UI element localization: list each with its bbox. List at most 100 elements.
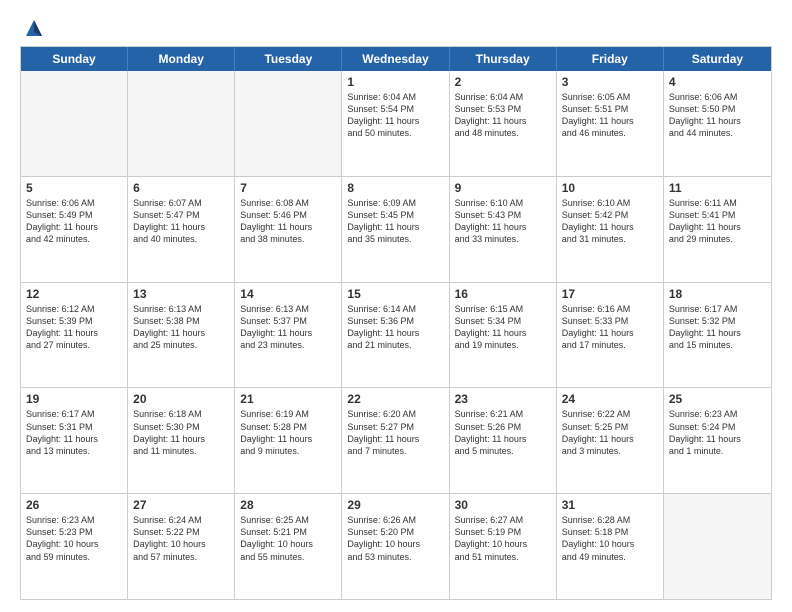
calendar-row: 26 Sunrise: 6:23 AM Sunset: 5:23 PM Dayli… [21, 493, 771, 599]
calendar-row: 1 Sunrise: 6:04 AM Sunset: 5:54 PM Daylig… [21, 71, 771, 176]
day-info: Sunrise: 6:12 AM Sunset: 5:39 PM Dayligh… [26, 303, 122, 352]
calendar-row: 12 Sunrise: 6:12 AM Sunset: 5:39 PM Dayli… [21, 282, 771, 388]
day-info: Sunrise: 6:27 AM Sunset: 5:19 PM Dayligh… [455, 514, 551, 563]
day-number: 2 [455, 75, 551, 89]
logo [20, 18, 44, 38]
day-info: Sunrise: 6:21 AM Sunset: 5:26 PM Dayligh… [455, 408, 551, 457]
day-info: Sunrise: 6:04 AM Sunset: 5:53 PM Dayligh… [455, 91, 551, 140]
calendar: SundayMondayTuesdayWednesdayThursdayFrid… [20, 46, 772, 600]
calendar-cell: 9 Sunrise: 6:10 AM Sunset: 5:43 PM Daylig… [450, 177, 557, 282]
day-number: 16 [455, 287, 551, 301]
calendar-cell: 30Sunrise: 6:27 AM Sunset: 5:19 PM Dayli… [450, 494, 557, 599]
calendar-row: 5 Sunrise: 6:06 AM Sunset: 5:49 PM Daylig… [21, 176, 771, 282]
calendar-cell [664, 494, 771, 599]
calendar-cell: 6Sunrise: 6:07 AM Sunset: 5:47 PM Daylig… [128, 177, 235, 282]
day-info: Sunrise: 6:13 AM Sunset: 5:37 PM Dayligh… [240, 303, 336, 352]
day-info: Sunrise: 6:17 AM Sunset: 5:31 PM Dayligh… [26, 408, 122, 457]
calendar-cell [21, 71, 128, 176]
day-info: Sunrise: 6:17 AM Sunset: 5:32 PM Dayligh… [669, 303, 766, 352]
calendar-cell: 14 Sunrise: 6:13 AM Sunset: 5:37 PM Dayli… [235, 283, 342, 388]
calendar-row: 19Sunrise: 6:17 AM Sunset: 5:31 PM Dayli… [21, 387, 771, 493]
day-info: Sunrise: 6:22 AM Sunset: 5:25 PM Dayligh… [562, 408, 658, 457]
day-number: 18 [669, 287, 766, 301]
calendar-cell: 21 Sunrise: 6:19 AM Sunset: 5:28 PM Dayli… [235, 388, 342, 493]
day-number: 29 [347, 498, 443, 512]
calendar-cell [128, 71, 235, 176]
calendar-cell: 15Sunrise: 6:14 AM Sunset: 5:36 PM Dayli… [342, 283, 449, 388]
weekday-header: Tuesday [235, 47, 342, 71]
day-number: 10 [562, 181, 658, 195]
weekday-header: Saturday [664, 47, 771, 71]
calendar-cell: 20 Sunrise: 6:18 AM Sunset: 5:30 PM Dayli… [128, 388, 235, 493]
day-number: 6 [133, 181, 229, 195]
day-info: Sunrise: 6:04 AM Sunset: 5:54 PM Dayligh… [347, 91, 443, 140]
day-info: Sunrise: 6:06 AM Sunset: 5:49 PM Dayligh… [26, 197, 122, 246]
calendar-cell: 3 Sunrise: 6:05 AM Sunset: 5:51 PM Daylig… [557, 71, 664, 176]
day-info: Sunrise: 6:14 AM Sunset: 5:36 PM Dayligh… [347, 303, 443, 352]
weekday-header: Friday [557, 47, 664, 71]
calendar-cell: 29 Sunrise: 6:26 AM Sunset: 5:20 PM Dayli… [342, 494, 449, 599]
calendar-cell: 28 Sunrise: 6:25 AM Sunset: 5:21 PM Dayli… [235, 494, 342, 599]
day-info: Sunrise: 6:09 AM Sunset: 5:45 PM Dayligh… [347, 197, 443, 246]
day-number: 8 [347, 181, 443, 195]
day-number: 1 [347, 75, 443, 89]
day-info: Sunrise: 6:08 AM Sunset: 5:46 PM Dayligh… [240, 197, 336, 246]
calendar-cell: 5 Sunrise: 6:06 AM Sunset: 5:49 PM Daylig… [21, 177, 128, 282]
calendar-cell: 18 Sunrise: 6:17 AM Sunset: 5:32 PM Dayli… [664, 283, 771, 388]
calendar-header: SundayMondayTuesdayWednesdayThursdayFrid… [21, 47, 771, 71]
day-info: Sunrise: 6:24 AM Sunset: 5:22 PM Dayligh… [133, 514, 229, 563]
day-info: Sunrise: 6:23 AM Sunset: 5:24 PM Dayligh… [669, 408, 766, 457]
day-number: 17 [562, 287, 658, 301]
calendar-cell: 19Sunrise: 6:17 AM Sunset: 5:31 PM Dayli… [21, 388, 128, 493]
day-number: 11 [669, 181, 766, 195]
day-number: 24 [562, 392, 658, 406]
day-number: 22 [347, 392, 443, 406]
calendar-cell: 4 Sunrise: 6:06 AM Sunset: 5:50 PM Daylig… [664, 71, 771, 176]
day-info: Sunrise: 6:10 AM Sunset: 5:42 PM Dayligh… [562, 197, 658, 246]
calendar-cell: 22 Sunrise: 6:20 AM Sunset: 5:27 PM Dayli… [342, 388, 449, 493]
day-info: Sunrise: 6:25 AM Sunset: 5:21 PM Dayligh… [240, 514, 336, 563]
calendar-cell: 27Sunrise: 6:24 AM Sunset: 5:22 PM Dayli… [128, 494, 235, 599]
day-info: Sunrise: 6:15 AM Sunset: 5:34 PM Dayligh… [455, 303, 551, 352]
header [20, 18, 772, 38]
day-number: 21 [240, 392, 336, 406]
day-number: 5 [26, 181, 122, 195]
day-info: Sunrise: 6:11 AM Sunset: 5:41 PM Dayligh… [669, 197, 766, 246]
day-info: Sunrise: 6:19 AM Sunset: 5:28 PM Dayligh… [240, 408, 336, 457]
day-number: 26 [26, 498, 122, 512]
day-number: 23 [455, 392, 551, 406]
calendar-body: 1 Sunrise: 6:04 AM Sunset: 5:54 PM Daylig… [21, 71, 771, 599]
calendar-cell: 23 Sunrise: 6:21 AM Sunset: 5:26 PM Dayli… [450, 388, 557, 493]
page: SundayMondayTuesdayWednesdayThursdayFrid… [0, 0, 792, 612]
calendar-cell: 8 Sunrise: 6:09 AM Sunset: 5:45 PM Daylig… [342, 177, 449, 282]
day-info: Sunrise: 6:28 AM Sunset: 5:18 PM Dayligh… [562, 514, 658, 563]
logo-icon [24, 18, 44, 38]
day-number: 28 [240, 498, 336, 512]
weekday-header: Monday [128, 47, 235, 71]
day-info: Sunrise: 6:05 AM Sunset: 5:51 PM Dayligh… [562, 91, 658, 140]
calendar-cell: 11 Sunrise: 6:11 AM Sunset: 5:41 PM Dayli… [664, 177, 771, 282]
day-info: Sunrise: 6:20 AM Sunset: 5:27 PM Dayligh… [347, 408, 443, 457]
day-info: Sunrise: 6:10 AM Sunset: 5:43 PM Dayligh… [455, 197, 551, 246]
day-number: 9 [455, 181, 551, 195]
day-number: 3 [562, 75, 658, 89]
day-number: 13 [133, 287, 229, 301]
day-info: Sunrise: 6:26 AM Sunset: 5:20 PM Dayligh… [347, 514, 443, 563]
day-info: Sunrise: 6:06 AM Sunset: 5:50 PM Dayligh… [669, 91, 766, 140]
calendar-cell: 13Sunrise: 6:13 AM Sunset: 5:38 PM Dayli… [128, 283, 235, 388]
day-number: 12 [26, 287, 122, 301]
calendar-cell: 26 Sunrise: 6:23 AM Sunset: 5:23 PM Dayli… [21, 494, 128, 599]
day-number: 14 [240, 287, 336, 301]
day-info: Sunrise: 6:18 AM Sunset: 5:30 PM Dayligh… [133, 408, 229, 457]
day-number: 20 [133, 392, 229, 406]
calendar-cell: 25 Sunrise: 6:23 AM Sunset: 5:24 PM Dayli… [664, 388, 771, 493]
calendar-cell [235, 71, 342, 176]
calendar-cell: 24 Sunrise: 6:22 AM Sunset: 5:25 PM Dayli… [557, 388, 664, 493]
day-number: 7 [240, 181, 336, 195]
calendar-cell: 12 Sunrise: 6:12 AM Sunset: 5:39 PM Dayli… [21, 283, 128, 388]
day-number: 25 [669, 392, 766, 406]
calendar-cell: 7 Sunrise: 6:08 AM Sunset: 5:46 PM Daylig… [235, 177, 342, 282]
day-number: 4 [669, 75, 766, 89]
weekday-header: Wednesday [342, 47, 449, 71]
day-info: Sunrise: 6:23 AM Sunset: 5:23 PM Dayligh… [26, 514, 122, 563]
